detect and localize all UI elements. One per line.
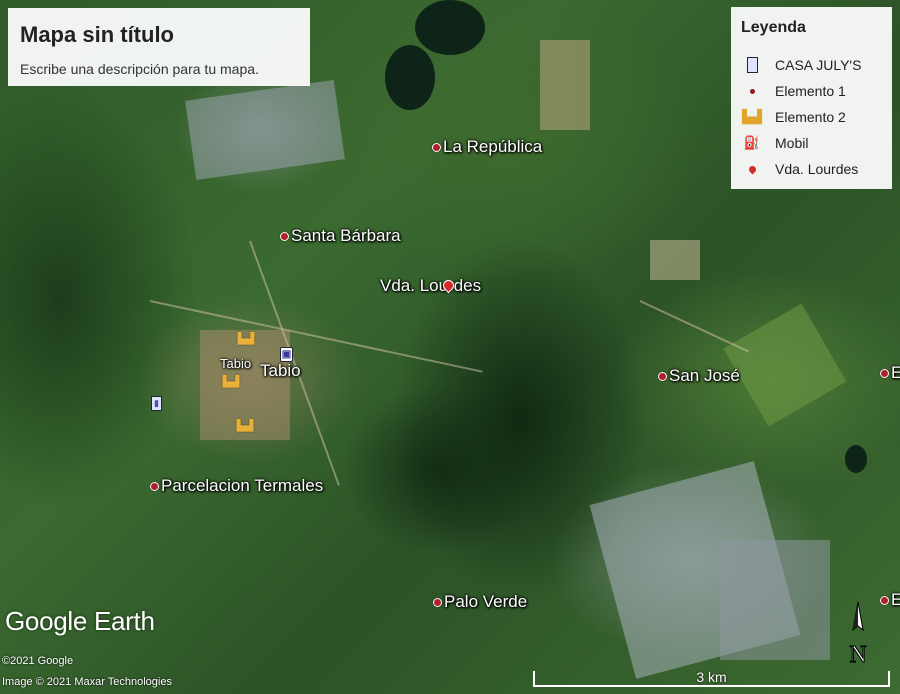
amphitheater-icon[interactable]: ▙▟ bbox=[237, 418, 254, 432]
legend-item-label: Vda. Lourdes bbox=[775, 161, 859, 177]
greenhouse-area bbox=[185, 79, 345, 181]
place-pin-icon bbox=[880, 368, 889, 378]
red-dot-icon bbox=[741, 82, 763, 100]
legend-item-label: Elemento 2 bbox=[775, 109, 846, 125]
place-vda-lourdes[interactable]: Vda. Lourdes bbox=[378, 276, 481, 296]
map-description[interactable]: Escribe una descripción para tu mapa. bbox=[20, 61, 259, 77]
amphitheater-icon[interactable]: ▙▟ bbox=[238, 331, 255, 345]
legend-panel: Leyenda CASA JULY'S Elemento 1 ▙▟ Elemen… bbox=[731, 7, 892, 189]
place-san-jose[interactable]: San José bbox=[658, 366, 740, 386]
copyright-imagery: Image © 2021 Maxar Technologies bbox=[2, 676, 172, 688]
place-la-republica[interactable]: La República bbox=[432, 137, 542, 157]
place-pin-icon bbox=[658, 371, 667, 381]
legend-item-label: Mobil bbox=[775, 135, 809, 151]
red-pin-icon bbox=[741, 160, 763, 178]
gas-station-icon: ⛽ bbox=[743, 135, 761, 150]
place-label: E bbox=[891, 590, 900, 609]
place-label: San José bbox=[669, 366, 740, 385]
legend-item-elemento-1[interactable]: Elemento 1 bbox=[741, 81, 846, 101]
amphitheater-icon: ▙▟ bbox=[742, 109, 762, 124]
vda-lourdes-pin-icon[interactable] bbox=[440, 277, 457, 294]
place-tabio-small[interactable]: Tabio bbox=[218, 356, 251, 371]
legend-item-casa-julys[interactable]: CASA JULY'S bbox=[741, 55, 861, 75]
quarry-area bbox=[540, 40, 590, 130]
place-label: Parcelacion Termales bbox=[161, 476, 324, 495]
place-label: La República bbox=[443, 137, 543, 156]
place-label: Palo Verde bbox=[444, 592, 528, 611]
copyright-google: ©2021 Google bbox=[2, 655, 74, 667]
scale-label: 3 km bbox=[696, 669, 727, 685]
scale-bar: 3 km bbox=[533, 665, 890, 687]
place-offscreen-e[interactable]: E bbox=[880, 363, 900, 383]
map-title[interactable]: Mapa sin título bbox=[20, 22, 174, 48]
road bbox=[639, 300, 750, 353]
place-label: Santa Bárbara bbox=[291, 226, 401, 245]
place-offscreen-e[interactable]: E bbox=[880, 590, 900, 610]
place-pin-icon bbox=[432, 142, 441, 152]
legend-heading: Leyenda bbox=[741, 19, 806, 36]
place-pin-icon bbox=[880, 595, 889, 605]
place-pin-icon bbox=[433, 597, 442, 607]
map-title-card[interactable]: Mapa sin título Escribe una descripción … bbox=[8, 8, 310, 86]
place-label: Tabio bbox=[220, 356, 252, 371]
place-label: Vda. Lourdes bbox=[380, 276, 482, 295]
compass-north-icon[interactable]: N bbox=[838, 600, 878, 669]
place-santa-barbara[interactable]: Santa Bárbara bbox=[280, 226, 401, 246]
greenhouse-area bbox=[720, 540, 830, 660]
place-pin-icon bbox=[280, 231, 289, 241]
lake bbox=[385, 45, 435, 110]
place-tabio[interactable]: Tabio bbox=[258, 361, 301, 381]
pond bbox=[845, 445, 867, 473]
place-palo-verde[interactable]: Palo Verde bbox=[433, 592, 527, 612]
place-label: E bbox=[891, 363, 900, 382]
quarry-area bbox=[650, 240, 700, 280]
legend-item-label: CASA JULY'S bbox=[775, 57, 862, 73]
legend-item-label: Elemento 1 bbox=[775, 83, 846, 99]
place-parcelacion-termales[interactable]: Parcelacion Termales bbox=[150, 476, 323, 496]
place-pin-icon bbox=[150, 481, 159, 491]
gas-station-icon[interactable]: ▣ bbox=[280, 347, 293, 362]
lake bbox=[415, 0, 485, 55]
google-earth-logo: Google Earth bbox=[5, 606, 155, 636]
legend-item-vda-lourdes[interactable]: Vda. Lourdes bbox=[741, 159, 858, 179]
legend-item-mobil[interactable]: ⛽ Mobil bbox=[741, 133, 809, 153]
place-label: Tabio bbox=[260, 361, 301, 380]
house-marker-icon bbox=[741, 56, 763, 74]
amphitheater-icon[interactable]: ▙▟ bbox=[223, 374, 240, 388]
field-area bbox=[723, 303, 847, 427]
house-marker-icon[interactable]: ▮ bbox=[151, 396, 162, 411]
legend-item-elemento-2[interactable]: ▙▟ Elemento 2 bbox=[741, 107, 846, 127]
